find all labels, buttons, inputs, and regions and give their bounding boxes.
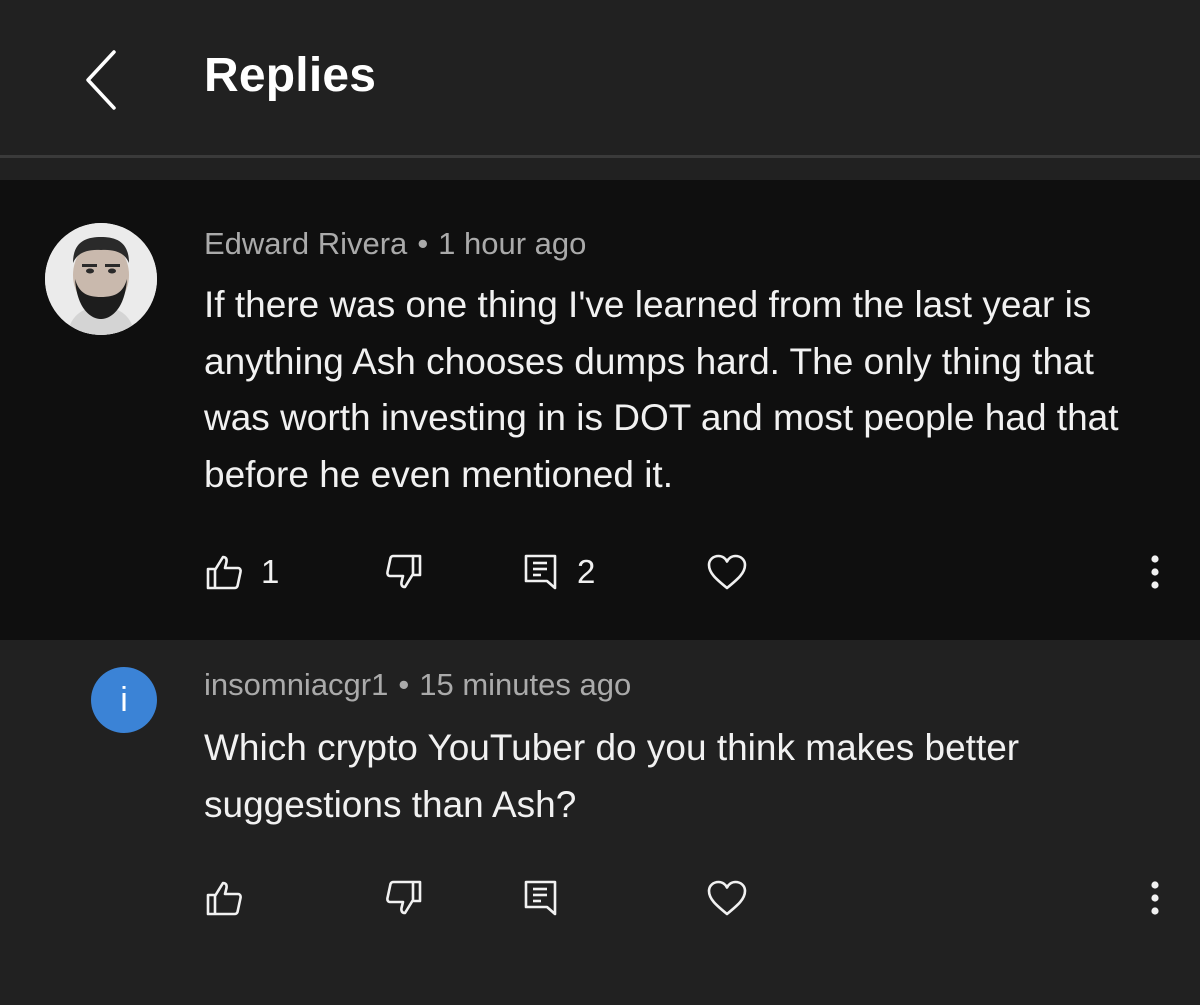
comment-icon xyxy=(524,554,557,590)
thumbs-down-icon xyxy=(386,880,422,915)
like-button[interactable] xyxy=(205,868,243,928)
dislike-button[interactable] xyxy=(385,868,423,928)
reply-button[interactable]: 2 xyxy=(523,542,595,602)
vertical-dots-icon xyxy=(1151,881,1159,915)
like-count: 1 xyxy=(261,553,280,590)
comment-actions: 1 2 xyxy=(0,542,1200,602)
meta-separator: • xyxy=(417,226,429,261)
heart-button[interactable] xyxy=(706,542,748,602)
timestamp: 15 minutes ago xyxy=(419,667,632,702)
comment-actions xyxy=(0,868,1200,928)
heart-icon xyxy=(707,554,747,590)
thumbs-up-icon xyxy=(206,881,242,916)
author-name[interactable]: Edward Rivera xyxy=(204,226,407,261)
thumbs-down-icon xyxy=(386,554,422,589)
timestamp: 1 hour ago xyxy=(438,226,587,261)
vertical-dots-icon xyxy=(1151,555,1159,589)
parent-comment: Edward Rivera • 1 hour ago If there was on… xyxy=(0,180,1200,640)
back-button[interactable] xyxy=(72,42,132,118)
avatar[interactable]: i xyxy=(91,667,157,733)
comment-meta: Edward Rivera • 1 hour ago xyxy=(204,226,586,262)
user-photo-icon xyxy=(45,223,157,335)
heart-icon xyxy=(707,880,747,916)
reply-comment: i insomniacgr1 • 15 minutes ago Which cryp… xyxy=(0,640,1200,1005)
comment-text: If there was one thing I've learned from… xyxy=(204,284,1119,495)
app-header: Replies xyxy=(0,0,1200,155)
dislike-button[interactable] xyxy=(385,542,423,602)
reply-button[interactable] xyxy=(523,868,559,928)
more-options-button[interactable] xyxy=(1135,868,1175,928)
back-arrow-icon xyxy=(86,50,116,110)
author-name[interactable]: insomniacgr1 xyxy=(204,667,388,702)
reply-count: 2 xyxy=(577,553,596,590)
like-button[interactable]: 1 xyxy=(205,542,279,602)
comment-meta: insomniacgr1 • 15 minutes ago xyxy=(204,667,631,703)
heart-button[interactable] xyxy=(706,868,748,928)
avatar[interactable] xyxy=(45,223,157,335)
comment-text: Which crypto YouTuber do you think makes… xyxy=(204,727,1020,825)
meta-separator: • xyxy=(398,667,410,702)
more-options-button[interactable] xyxy=(1135,542,1175,602)
thumbs-up-icon xyxy=(206,555,242,590)
comment-icon xyxy=(524,880,557,916)
page-title: Replies xyxy=(204,49,377,102)
